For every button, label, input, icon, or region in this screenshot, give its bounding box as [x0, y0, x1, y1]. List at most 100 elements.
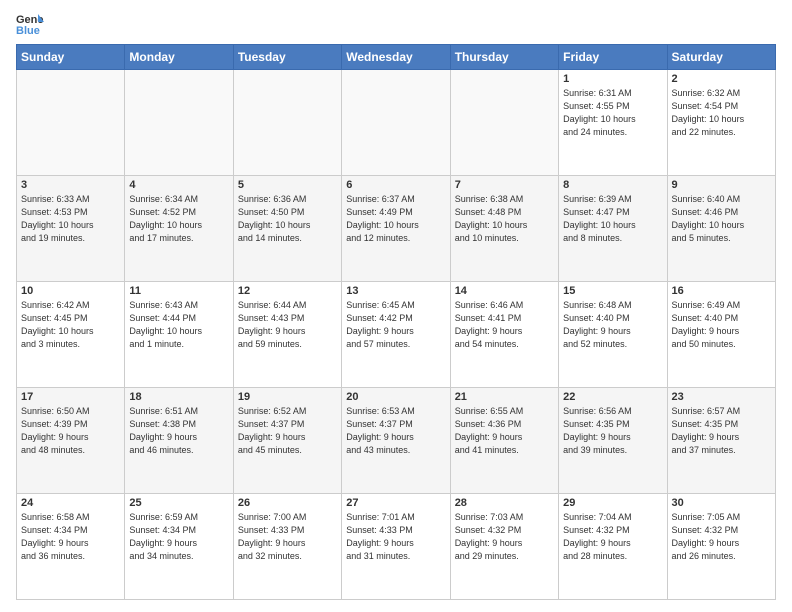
day-info: Sunrise: 6:33 AM Sunset: 4:53 PM Dayligh… — [21, 193, 120, 245]
calendar-cell: 11 Sunrise: 6:43 AM Sunset: 4:44 PM Dayli… — [125, 282, 233, 388]
day-number: 25 — [129, 497, 228, 509]
day-info: Sunrise: 6:31 AM Sunset: 4:55 PM Dayligh… — [563, 87, 662, 139]
day-number: 1 — [563, 73, 662, 85]
svg-text:Blue: Blue — [16, 25, 40, 36]
calendar-week-4: 17 Sunrise: 6:50 AM Sunset: 4:39 PM Dayli… — [17, 388, 776, 494]
calendar-cell: 16Sunrise: 6:49 AM Sunset: 4:40 PM Dayli… — [667, 282, 775, 388]
day-number: 18 — [129, 391, 228, 403]
header: General Blue — [16, 12, 776, 36]
calendar-table: SundayMondayTuesdayWednesdayThursdayFrid… — [16, 44, 776, 600]
day-number: 13 — [346, 285, 445, 297]
day-info: Sunrise: 6:56 AM Sunset: 4:35 PM Dayligh… — [563, 405, 662, 457]
weekday-header-monday: Monday — [125, 45, 233, 70]
day-number: 28 — [455, 497, 554, 509]
day-number: 10 — [21, 285, 120, 297]
day-info: Sunrise: 6:45 AM Sunset: 4:42 PM Dayligh… — [346, 299, 445, 351]
weekday-header-saturday: Saturday — [667, 45, 775, 70]
day-number: 30 — [672, 497, 771, 509]
day-number: 19 — [238, 391, 337, 403]
day-info: Sunrise: 6:32 AM Sunset: 4:54 PM Dayligh… — [672, 87, 771, 139]
day-info: Sunrise: 6:55 AM Sunset: 4:36 PM Dayligh… — [455, 405, 554, 457]
day-info: Sunrise: 6:52 AM Sunset: 4:37 PM Dayligh… — [238, 405, 337, 457]
calendar-cell: 4 Sunrise: 6:34 AM Sunset: 4:52 PM Daylig… — [125, 176, 233, 282]
calendar-cell: 22 Sunrise: 6:56 AM Sunset: 4:35 PM Dayli… — [559, 388, 667, 494]
day-info: Sunrise: 6:40 AM Sunset: 4:46 PM Dayligh… — [672, 193, 771, 245]
day-number: 6 — [346, 179, 445, 191]
day-info: Sunrise: 6:50 AM Sunset: 4:39 PM Dayligh… — [21, 405, 120, 457]
calendar-cell: 8 Sunrise: 6:39 AM Sunset: 4:47 PM Daylig… — [559, 176, 667, 282]
day-number: 7 — [455, 179, 554, 191]
day-info: Sunrise: 6:46 AM Sunset: 4:41 PM Dayligh… — [455, 299, 554, 351]
day-info: Sunrise: 6:43 AM Sunset: 4:44 PM Dayligh… — [129, 299, 228, 351]
day-info: Sunrise: 6:38 AM Sunset: 4:48 PM Dayligh… — [455, 193, 554, 245]
weekday-header-tuesday: Tuesday — [233, 45, 341, 70]
day-number: 3 — [21, 179, 120, 191]
weekday-header-thursday: Thursday — [450, 45, 558, 70]
calendar-cell: 1 Sunrise: 6:31 AM Sunset: 4:55 PM Daylig… — [559, 70, 667, 176]
calendar-week-1: 1 Sunrise: 6:31 AM Sunset: 4:55 PM Daylig… — [17, 70, 776, 176]
calendar-cell: 12 Sunrise: 6:44 AM Sunset: 4:43 PM Dayli… — [233, 282, 341, 388]
calendar-week-2: 3 Sunrise: 6:33 AM Sunset: 4:53 PM Daylig… — [17, 176, 776, 282]
weekday-header-sunday: Sunday — [17, 45, 125, 70]
day-number: 24 — [21, 497, 120, 509]
logo-icon: General Blue — [16, 12, 44, 36]
day-info: Sunrise: 6:37 AM Sunset: 4:49 PM Dayligh… — [346, 193, 445, 245]
day-number: 14 — [455, 285, 554, 297]
day-number: 27 — [346, 497, 445, 509]
day-info: Sunrise: 6:59 AM Sunset: 4:34 PM Dayligh… — [129, 511, 228, 563]
calendar-cell: 17 Sunrise: 6:50 AM Sunset: 4:39 PM Dayli… — [17, 388, 125, 494]
calendar-cell: 9 Sunrise: 6:40 AM Sunset: 4:46 PM Daylig… — [667, 176, 775, 282]
day-number: 12 — [238, 285, 337, 297]
page: General Blue SundayMondayTuesdayWednesda… — [0, 0, 792, 612]
day-info: Sunrise: 6:48 AM Sunset: 4:40 PM Dayligh… — [563, 299, 662, 351]
calendar-cell: 30Sunrise: 7:05 AM Sunset: 4:32 PM Dayli… — [667, 494, 775, 600]
day-number: 21 — [455, 391, 554, 403]
calendar-cell: 18 Sunrise: 6:51 AM Sunset: 4:38 PM Dayli… — [125, 388, 233, 494]
weekday-header-row: SundayMondayTuesdayWednesdayThursdayFrid… — [17, 45, 776, 70]
weekday-header-friday: Friday — [559, 45, 667, 70]
calendar-cell: 7 Sunrise: 6:38 AM Sunset: 4:48 PM Daylig… — [450, 176, 558, 282]
calendar-cell: 19 Sunrise: 6:52 AM Sunset: 4:37 PM Dayli… — [233, 388, 341, 494]
day-info: Sunrise: 6:34 AM Sunset: 4:52 PM Dayligh… — [129, 193, 228, 245]
day-info: Sunrise: 6:53 AM Sunset: 4:37 PM Dayligh… — [346, 405, 445, 457]
calendar-week-5: 24 Sunrise: 6:58 AM Sunset: 4:34 PM Dayli… — [17, 494, 776, 600]
calendar-cell: 5 Sunrise: 6:36 AM Sunset: 4:50 PM Daylig… — [233, 176, 341, 282]
calendar-cell — [450, 70, 558, 176]
day-info: Sunrise: 6:58 AM Sunset: 4:34 PM Dayligh… — [21, 511, 120, 563]
day-info: Sunrise: 6:49 AM Sunset: 4:40 PM Dayligh… — [672, 299, 771, 351]
weekday-header-wednesday: Wednesday — [342, 45, 450, 70]
day-number: 29 — [563, 497, 662, 509]
day-number: 5 — [238, 179, 337, 191]
calendar-cell — [17, 70, 125, 176]
day-number: 4 — [129, 179, 228, 191]
day-number: 8 — [563, 179, 662, 191]
calendar-cell: 14 Sunrise: 6:46 AM Sunset: 4:41 PM Dayli… — [450, 282, 558, 388]
calendar-week-3: 10 Sunrise: 6:42 AM Sunset: 4:45 PM Dayli… — [17, 282, 776, 388]
calendar-cell: 6 Sunrise: 6:37 AM Sunset: 4:49 PM Daylig… — [342, 176, 450, 282]
day-number: 11 — [129, 285, 228, 297]
day-info: Sunrise: 7:01 AM Sunset: 4:33 PM Dayligh… — [346, 511, 445, 563]
day-info: Sunrise: 7:04 AM Sunset: 4:32 PM Dayligh… — [563, 511, 662, 563]
day-number: 9 — [672, 179, 771, 191]
day-info: Sunrise: 7:00 AM Sunset: 4:33 PM Dayligh… — [238, 511, 337, 563]
logo: General Blue — [16, 12, 48, 36]
day-number: 20 — [346, 391, 445, 403]
day-info: Sunrise: 6:39 AM Sunset: 4:47 PM Dayligh… — [563, 193, 662, 245]
day-info: Sunrise: 6:36 AM Sunset: 4:50 PM Dayligh… — [238, 193, 337, 245]
calendar-cell: 2 Sunrise: 6:32 AM Sunset: 4:54 PM Daylig… — [667, 70, 775, 176]
calendar-cell: 27 Sunrise: 7:01 AM Sunset: 4:33 PM Dayli… — [342, 494, 450, 600]
day-info: Sunrise: 6:51 AM Sunset: 4:38 PM Dayligh… — [129, 405, 228, 457]
day-number: 2 — [672, 73, 771, 85]
day-number: 26 — [238, 497, 337, 509]
calendar-cell: 26 Sunrise: 7:00 AM Sunset: 4:33 PM Dayli… — [233, 494, 341, 600]
day-number: 17 — [21, 391, 120, 403]
day-number: 22 — [563, 391, 662, 403]
calendar-cell: 28 Sunrise: 7:03 AM Sunset: 4:32 PM Dayli… — [450, 494, 558, 600]
day-info: Sunrise: 6:42 AM Sunset: 4:45 PM Dayligh… — [21, 299, 120, 351]
calendar-cell: 29 Sunrise: 7:04 AM Sunset: 4:32 PM Dayli… — [559, 494, 667, 600]
day-info: Sunrise: 6:44 AM Sunset: 4:43 PM Dayligh… — [238, 299, 337, 351]
calendar-cell: 13 Sunrise: 6:45 AM Sunset: 4:42 PM Dayli… — [342, 282, 450, 388]
day-info: Sunrise: 7:03 AM Sunset: 4:32 PM Dayligh… — [455, 511, 554, 563]
calendar-cell: 21 Sunrise: 6:55 AM Sunset: 4:36 PM Dayli… — [450, 388, 558, 494]
calendar-cell: 24 Sunrise: 6:58 AM Sunset: 4:34 PM Dayli… — [17, 494, 125, 600]
